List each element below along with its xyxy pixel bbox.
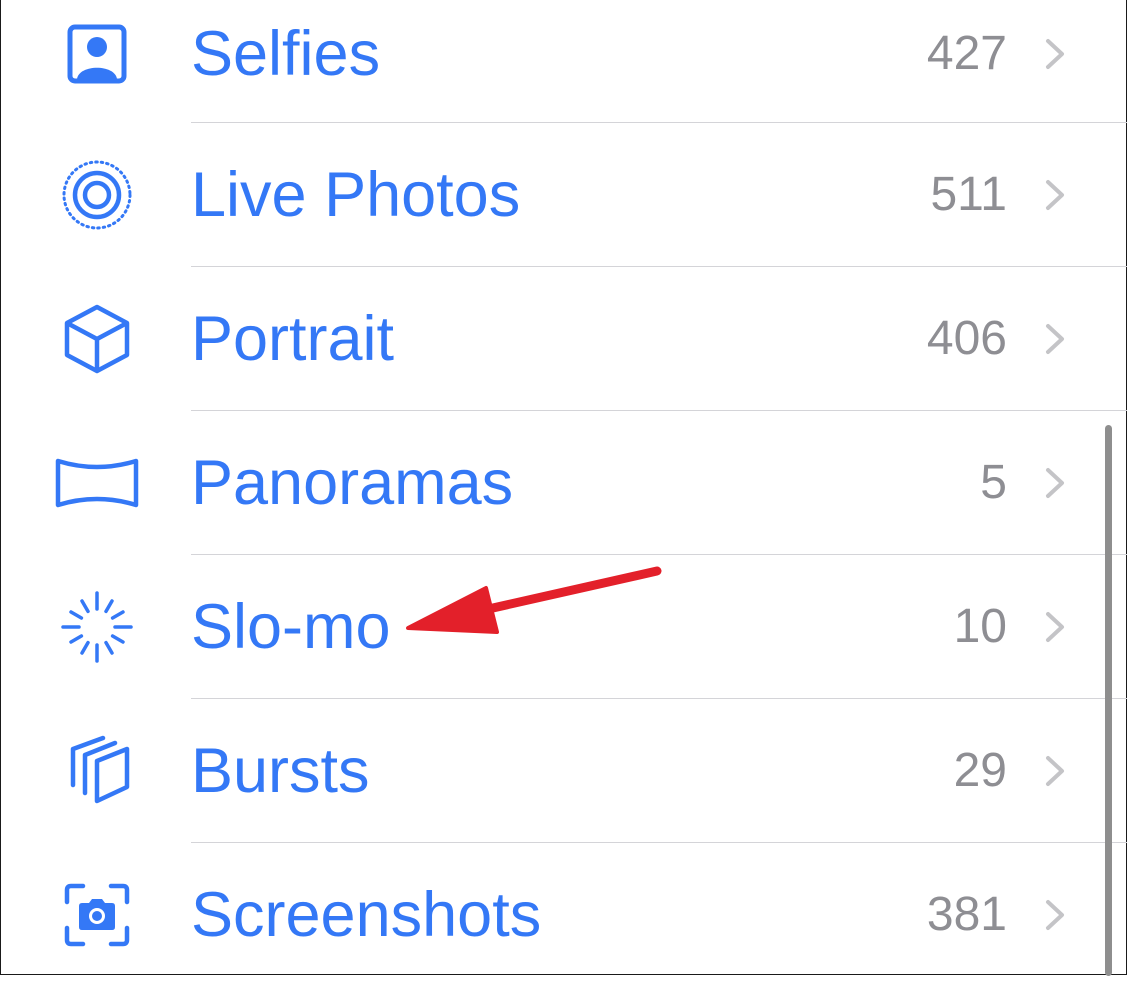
chevron-right-icon (1040, 467, 1070, 499)
vertical-scrollbar[interactable] (1105, 425, 1112, 976)
screenshot-icon (52, 870, 142, 960)
album-label: Panoramas (191, 448, 514, 518)
album-row-selfies[interactable]: Selfies 427 (0, 0, 1127, 126)
album-row-slo-mo[interactable]: Slo-mo 10 (0, 555, 1127, 699)
chevron-right-icon (1040, 179, 1070, 211)
album-label: Bursts (191, 736, 370, 806)
album-label: Live Photos (191, 160, 521, 230)
album-row-live-photos[interactable]: Live Photos 511 (0, 123, 1127, 267)
album-count: 406 (926, 312, 1007, 365)
slowmo-icon (52, 582, 142, 672)
album-label: Screenshots (191, 880, 542, 950)
chevron-right-icon (1040, 323, 1070, 355)
album-row-bursts[interactable]: Bursts 29 (0, 699, 1127, 843)
album-count: 10 (953, 600, 1007, 653)
album-count: 5 (980, 456, 1007, 509)
album-count: 381 (926, 888, 1007, 941)
chevron-right-icon (1040, 611, 1070, 643)
album-row-panoramas[interactable]: Panoramas 5 (0, 411, 1127, 555)
person-square-icon (52, 9, 142, 99)
album-count: 29 (953, 744, 1007, 797)
bursts-icon (52, 726, 142, 816)
album-row-screenshots[interactable]: Screenshots 381 (0, 843, 1127, 987)
cube-icon (52, 294, 142, 384)
album-count: 511 (930, 168, 1007, 221)
album-label: Selfies (191, 19, 381, 89)
chevron-right-icon (1040, 38, 1070, 70)
album-label: Portrait (191, 304, 395, 374)
album-count: 427 (926, 27, 1007, 80)
album-label: Slo-mo (191, 592, 391, 662)
chevron-right-icon (1040, 755, 1070, 787)
live-photo-icon (52, 150, 142, 240)
album-row-portrait[interactable]: Portrait 406 (0, 267, 1127, 411)
chevron-right-icon (1040, 899, 1070, 931)
panorama-icon (52, 438, 142, 528)
